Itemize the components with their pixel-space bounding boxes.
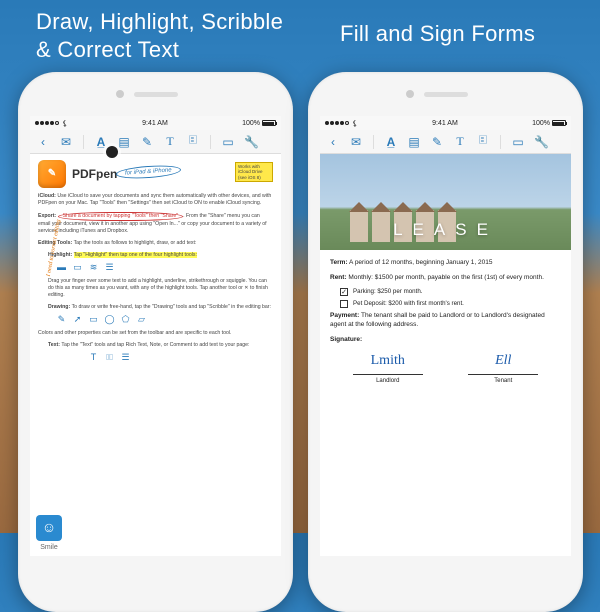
app-name: PDFpen bbox=[72, 166, 117, 182]
battery-percent: 100% bbox=[532, 120, 550, 127]
tenant-signature[interactable]: Ell bbox=[468, 352, 538, 372]
document-content[interactable]: LEASE Term: A period of 12 months, begin… bbox=[320, 154, 571, 556]
mail-icon[interactable]: ✉ bbox=[59, 135, 73, 149]
wifi-icon: ⚸ bbox=[352, 119, 358, 128]
landlord-label: Landlord bbox=[353, 374, 423, 385]
lease-hero-image: LEASE bbox=[320, 154, 571, 250]
status-bar: ⚸ 9:41 AM 100% bbox=[30, 116, 281, 130]
text-style-icon[interactable]: A̲ bbox=[384, 135, 398, 149]
highlight-icon[interactable]: ▤ bbox=[407, 135, 421, 149]
text-tool-icon[interactable]: T bbox=[163, 134, 177, 149]
text-tools-row: T🗉☰ bbox=[88, 352, 273, 363]
phone-mockup-right: ⚸ 9:41 AM 100% ‹ ✉ A̲ ▤ ✎ T 🗉 ▭ 🔧 LEASE … bbox=[308, 72, 583, 612]
landlord-signature[interactable]: Lmith bbox=[353, 352, 423, 372]
document-content[interactable]: ✎ PDFpen for iPad & iPhone Works with iC… bbox=[30, 154, 281, 556]
note-icon[interactable]: 🗉 bbox=[476, 131, 490, 152]
status-bar: ⚸ 9:41 AM 100% bbox=[320, 116, 571, 130]
deposit-checkbox[interactable] bbox=[340, 300, 348, 308]
share-link[interactable]: Share a document by tapping "Tools" then… bbox=[58, 212, 184, 221]
parking-checkbox[interactable]: ✓ bbox=[340, 288, 348, 296]
battery-icon bbox=[552, 120, 566, 126]
app-toolbar: ‹ ✉ A̲ ▤ ✎ T 🗉 ▭ 🔧 bbox=[320, 130, 571, 154]
smile-logo: ☺ Smile bbox=[36, 515, 62, 552]
pen-icon[interactable]: ✎ bbox=[140, 135, 154, 149]
mail-icon[interactable]: ✉ bbox=[349, 135, 363, 149]
screen-right: ⚸ 9:41 AM 100% ‹ ✉ A̲ ▤ ✎ T 🗉 ▭ 🔧 LEASE … bbox=[320, 116, 571, 556]
wrench-icon[interactable]: 🔧 bbox=[534, 135, 548, 149]
battery-percent: 100% bbox=[242, 120, 260, 127]
highlighted-text: Tap "Highlight" then tap one of the four… bbox=[74, 252, 197, 258]
phone-mockup-left: ⚸ 9:41 AM 100% ‹ ✉ A̲ ▤ ✎ T 🗉 ▭ 🔧 ✎ PDFp… bbox=[18, 72, 293, 612]
smile-icon: ☺ bbox=[36, 515, 62, 541]
lease-title: LEASE bbox=[320, 219, 571, 242]
drawing-tools-row: ✎➚▭◯⬠▱ bbox=[56, 314, 273, 325]
highlight-icon[interactable]: ▤ bbox=[117, 135, 131, 149]
icloud-badge: Works with iCloud Drive (see iOS 8) bbox=[235, 162, 273, 182]
highlight-tools-row: ▬▭≋☰ bbox=[56, 262, 273, 273]
signal-dots-icon bbox=[35, 121, 59, 125]
pen-icon[interactable]: ✎ bbox=[430, 135, 444, 149]
signal-dots-icon bbox=[325, 121, 349, 125]
headline-left: Draw, Highlight, Scribble & Correct Text bbox=[36, 8, 283, 63]
headline-right: Fill and Sign Forms bbox=[340, 20, 535, 48]
wifi-icon: ⚸ bbox=[62, 119, 68, 128]
wrench-icon[interactable]: 🔧 bbox=[244, 135, 258, 149]
back-icon[interactable]: ‹ bbox=[36, 135, 50, 149]
pdfpen-app-icon: ✎ bbox=[38, 160, 66, 188]
screen-left: ⚸ 9:41 AM 100% ‹ ✉ A̲ ▤ ✎ T 🗉 ▭ 🔧 ✎ PDFp… bbox=[30, 116, 281, 556]
status-time: 9:41 AM bbox=[432, 120, 458, 127]
handwritten-tag: for iPad & iPhone bbox=[116, 164, 181, 181]
tenant-label: Tenant bbox=[468, 374, 538, 385]
battery-icon bbox=[262, 120, 276, 126]
status-time: 9:41 AM bbox=[142, 120, 168, 127]
back-icon[interactable]: ‹ bbox=[326, 135, 340, 149]
text-tool-icon[interactable]: T bbox=[453, 134, 467, 149]
ruler-icon[interactable]: ▭ bbox=[511, 135, 525, 149]
ruler-icon[interactable]: ▭ bbox=[221, 135, 235, 149]
app-toolbar: ‹ ✉ A̲ ▤ ✎ T 🗉 ▭ 🔧 bbox=[30, 130, 281, 154]
note-icon[interactable]: 🗉 bbox=[186, 131, 200, 152]
text-style-icon[interactable]: A̲ bbox=[94, 135, 108, 149]
